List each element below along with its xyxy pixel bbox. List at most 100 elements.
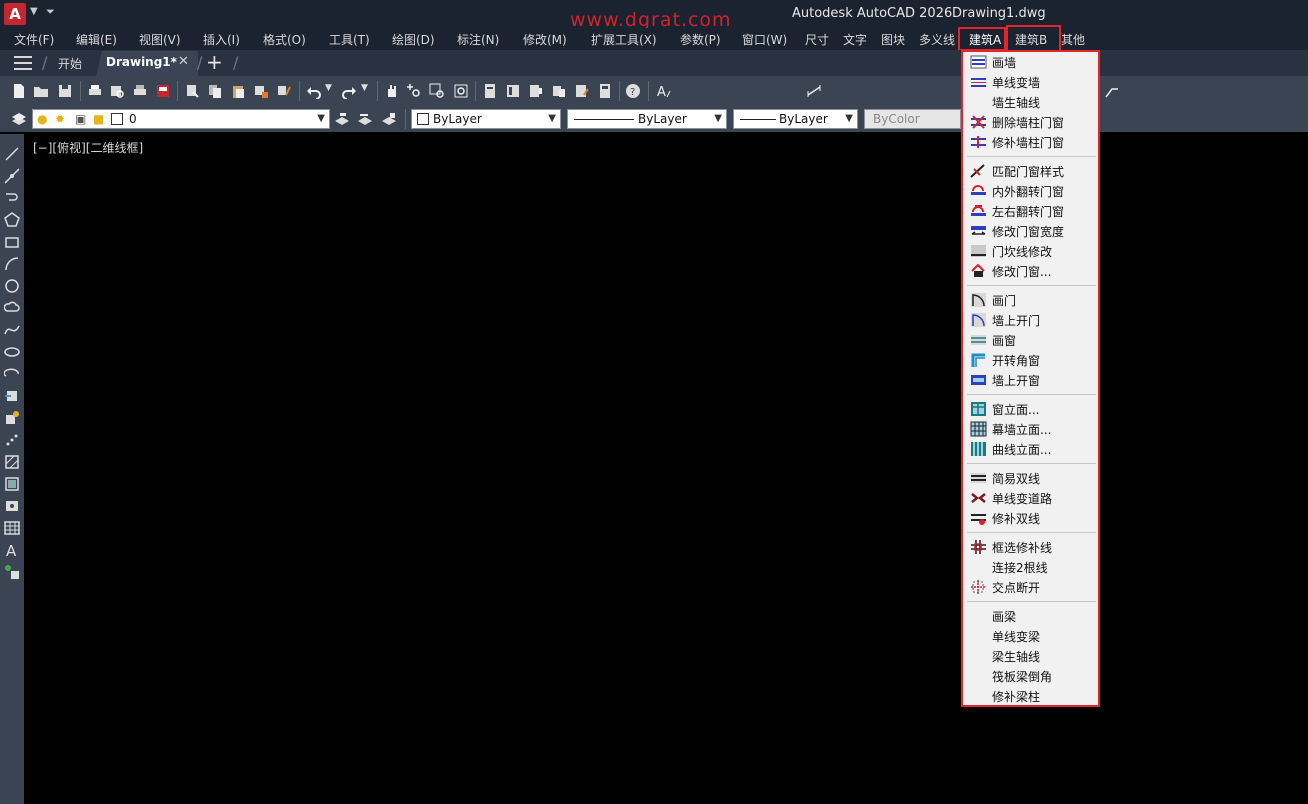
menu-modify[interactable]: 修改(M): [523, 31, 567, 48]
hamburger-menu-icon[interactable]: [14, 56, 32, 70]
menu-item-box-repair-line[interactable]: 框选修补线: [965, 537, 1098, 557]
menu-item-line-to-beam[interactable]: 单线变梁: [965, 626, 1098, 646]
markup-icon[interactable]: [574, 83, 590, 99]
menu-dimension[interactable]: 标注(N): [457, 31, 499, 48]
paint-brush-icon[interactable]: [276, 83, 292, 99]
redo-dropdown-icon[interactable]: ▼: [361, 83, 368, 93]
dwf-icon[interactable]: [155, 83, 171, 99]
line-icon[interactable]: [4, 146, 20, 162]
menu-item-curtain-wall-elevation[interactable]: 幕墙立面...: [965, 419, 1098, 439]
menu-edit[interactable]: 编辑(E): [76, 31, 117, 48]
make-block-icon[interactable]: [4, 410, 20, 426]
menu-item-repair-wall[interactable]: 修补墙柱门窗: [965, 132, 1098, 152]
table-icon[interactable]: [4, 520, 20, 536]
menu-block[interactable]: 图块: [881, 31, 905, 48]
menu-window[interactable]: 窗口(W): [742, 31, 787, 48]
polyline-icon[interactable]: [4, 190, 20, 206]
paste-icon[interactable]: [230, 83, 246, 99]
menu-format[interactable]: 格式(O): [263, 31, 306, 48]
publish-icon[interactable]: [132, 83, 148, 99]
menu-dimension-cn[interactable]: 尺寸: [805, 31, 829, 48]
menu-item-wall-door[interactable]: 墙上开门: [965, 310, 1098, 330]
menu-item-repair-beam-column[interactable]: 修补梁柱: [965, 686, 1098, 706]
menu-item-draw-window[interactable]: 画窗: [965, 330, 1098, 350]
print-icon[interactable]: [87, 83, 103, 99]
new-tab-icon[interactable]: +: [206, 50, 223, 74]
spline-icon[interactable]: [4, 322, 20, 338]
menu-item-curve-elevation[interactable]: 曲线立面...: [965, 439, 1098, 459]
save-icon[interactable]: [57, 83, 73, 99]
menu-item-window-elevation[interactable]: 窗立面...: [965, 399, 1098, 419]
menu-item-wall-axis[interactable]: 墙生轴线: [965, 92, 1098, 112]
menu-item-break-at-intersection[interactable]: 交点断开: [965, 577, 1098, 597]
tool-palettes-icon[interactable]: [528, 83, 544, 99]
app-menu-caret-icon[interactable]: ▼: [30, 6, 38, 17]
lineweight-select[interactable]: ByLayer ▼: [733, 109, 858, 129]
point-icon[interactable]: [4, 432, 20, 448]
menu-item-draw-beam[interactable]: 画梁: [965, 606, 1098, 626]
properties-icon[interactable]: [482, 83, 498, 99]
layer-state-icon[interactable]: [381, 111, 397, 127]
menu-polyline[interactable]: 多义线: [919, 31, 955, 48]
viewport-controls-label[interactable]: [−][俯视][二维线框]: [33, 139, 143, 156]
multiline-text-icon[interactable]: A: [4, 542, 20, 558]
menu-item-flip-in-out[interactable]: 内外翻转门窗: [965, 181, 1098, 201]
tab-start[interactable]: 开始: [58, 55, 82, 72]
construction-line-icon[interactable]: [4, 168, 20, 184]
help-icon[interactable]: ?: [625, 83, 641, 99]
zoom-previous-icon[interactable]: [453, 83, 469, 99]
menu-item-threshold-edit[interactable]: 门坎线修改: [965, 241, 1098, 261]
multileader-style-icon[interactable]: [1104, 83, 1120, 99]
revision-cloud-icon[interactable]: [4, 300, 20, 316]
autocad-logo-icon[interactable]: A: [4, 3, 26, 25]
polygon-icon[interactable]: [4, 212, 20, 228]
tab-close-icon[interactable]: ✕: [178, 54, 189, 69]
open-folder-icon[interactable]: [33, 83, 49, 99]
menu-item-simple-double-line[interactable]: 简易双线: [965, 468, 1098, 488]
menu-item-line-to-wall[interactable]: 单线变墙: [965, 72, 1098, 92]
layer-previous-icon[interactable]: [357, 111, 373, 127]
menu-item-line-to-road[interactable]: 单线变道路: [965, 488, 1098, 508]
menu-item-draw-wall[interactable]: 画墙: [965, 52, 1098, 72]
menu-item-match-door-window-style[interactable]: 匹配门窗样式: [965, 161, 1098, 181]
undo-icon[interactable]: [306, 83, 322, 99]
undo-dropdown-icon[interactable]: ▼: [325, 83, 332, 93]
text-style-icon[interactable]: A: [656, 83, 672, 99]
rectangle-icon[interactable]: [4, 234, 20, 250]
add-selected-icon[interactable]: [4, 564, 20, 580]
dimension-style-icon[interactable]: [806, 83, 822, 99]
sheet-set-icon[interactable]: [551, 83, 567, 99]
menu-tools[interactable]: 工具(T): [329, 31, 370, 48]
design-center-icon[interactable]: [505, 83, 521, 99]
menu-item-connect-two-lines[interactable]: 连接2根线: [965, 557, 1098, 577]
calculator-icon[interactable]: [597, 83, 613, 99]
ellipse-arc-icon[interactable]: [4, 366, 20, 382]
layer-properties-icon[interactable]: [11, 111, 27, 127]
menu-item-corner-window[interactable]: 开转角窗: [965, 350, 1098, 370]
menu-item-wall-window[interactable]: 墙上开窗: [965, 370, 1098, 390]
menu-item-draw-door[interactable]: 画门: [965, 290, 1098, 310]
menu-text[interactable]: 文字: [843, 31, 867, 48]
hatch-icon[interactable]: [4, 454, 20, 470]
quick-access-customize-icon[interactable]: ⏷: [46, 5, 55, 19]
match-properties-icon[interactable]: [253, 83, 269, 99]
zoom-window-icon[interactable]: [429, 83, 445, 99]
drawing-canvas[interactable]: [28, 134, 1308, 804]
menu-draw[interactable]: 绘图(D): [392, 31, 435, 48]
circle-icon[interactable]: [4, 278, 20, 294]
plot-preview-icon[interactable]: [109, 83, 125, 99]
cut-icon[interactable]: [184, 83, 200, 99]
menu-item-flip-left-right[interactable]: 左右翻转门窗: [965, 201, 1098, 221]
make-current-layer-icon[interactable]: [334, 111, 350, 127]
menu-item-delete-wall[interactable]: 删除墙柱门窗: [965, 112, 1098, 132]
zoom-realtime-icon[interactable]: [406, 83, 422, 99]
region-icon[interactable]: [4, 498, 20, 514]
new-file-icon[interactable]: [11, 83, 27, 99]
menu-item-beam-axis[interactable]: 梁生轴线: [965, 646, 1098, 666]
menu-file[interactable]: 文件(F): [14, 31, 54, 48]
insert-block-icon[interactable]: [4, 388, 20, 404]
menu-express-tools[interactable]: 扩展工具(X): [591, 31, 657, 48]
menu-item-edit-door-window[interactable]: 修改门窗...: [965, 261, 1098, 281]
layer-select[interactable]: ● ✹ ▣ ■ 0 ▼: [32, 109, 330, 129]
copy-icon[interactable]: [207, 83, 223, 99]
